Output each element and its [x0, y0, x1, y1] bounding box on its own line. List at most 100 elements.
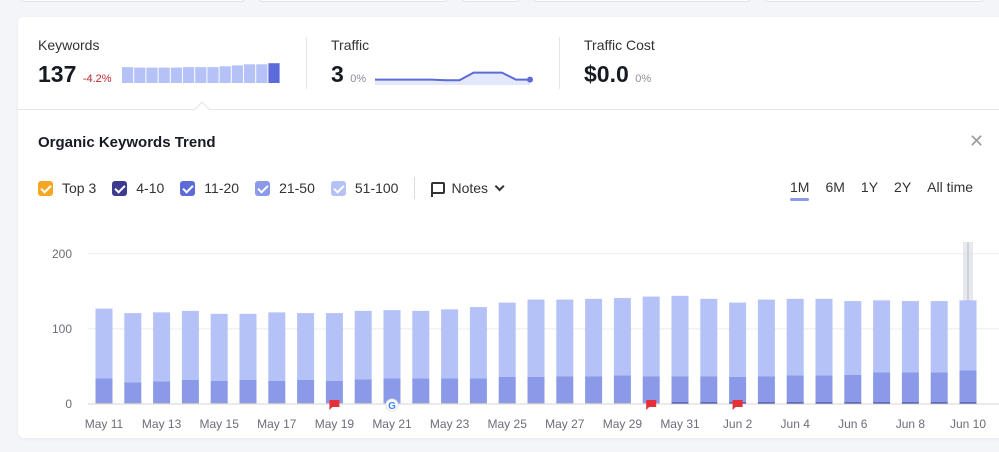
bar-segment-51-100	[901, 301, 919, 373]
bar-segment-21-50	[441, 378, 459, 404]
bar-segment-51-100	[153, 312, 171, 382]
legend-label: 51-100	[354, 180, 399, 196]
bar-segment-51-100	[642, 296, 660, 377]
spark-bar	[134, 67, 146, 83]
y-tick-label: 200	[52, 247, 72, 261]
x-tick-label: May 27	[545, 417, 585, 431]
bar-segment-51-100	[786, 298, 804, 376]
bar-segment-51-100	[124, 313, 142, 383]
bar-segment-21-50	[297, 379, 315, 404]
range-tab-all-time[interactable]: All time	[927, 179, 973, 195]
bar-segment-51-100	[181, 310, 199, 380]
bar-segment-21-50	[671, 376, 689, 403]
x-tick-label: May 25	[488, 417, 528, 431]
bar-segment-51-100	[383, 310, 401, 379]
bar-segment-51-100	[873, 300, 891, 373]
checkbox-icon[interactable]	[180, 180, 196, 196]
bar-segment-51-100	[469, 307, 487, 379]
top-strip	[0, 0, 999, 16]
bar-segment-51-100	[239, 313, 257, 380]
range-tab-1y[interactable]: 1Y	[861, 179, 878, 195]
checkbox-icon[interactable]	[112, 180, 128, 196]
metric-change: -4.2%	[82, 73, 112, 85]
x-tick-label: Jun 6	[838, 417, 868, 431]
legend-label: 21-50	[279, 180, 315, 196]
checkbox-icon[interactable]	[255, 180, 271, 196]
legend: Top 3 4-10 11-20 21-50 51-100 Notes	[38, 177, 505, 199]
range-tab-6m[interactable]: 6M	[825, 179, 844, 195]
bar-segment-51-100	[930, 301, 948, 373]
bar-segment-51-100	[325, 313, 343, 381]
bar-segment-21-50	[181, 379, 199, 404]
top-pill[interactable]	[20, 0, 245, 2]
legend-label: 4-10	[136, 180, 165, 196]
metric-label: Traffic Cost	[584, 37, 655, 53]
spark-bar	[158, 67, 170, 83]
bar-segment-51-100	[268, 312, 286, 381]
bar-segment-51-100	[959, 300, 977, 371]
legend-item-51-100[interactable]: 51-100	[330, 180, 399, 196]
bar-segment-51-100	[585, 298, 603, 377]
x-tick-label: May 11	[85, 417, 124, 431]
bar-segment-21-50	[527, 376, 545, 404]
bar-segment-21-50	[354, 379, 372, 404]
top-pill[interactable]	[258, 0, 448, 2]
notes-dropdown[interactable]: Notes	[431, 180, 505, 197]
metric-value: 3	[331, 61, 344, 87]
metric-change: 0%	[635, 73, 652, 85]
keywords-trend-chart[interactable]: 0 100 200 G May 11 May 13 May 15 May 17 May 19 Ma…	[18, 222, 999, 432]
x-tick-label: May 31	[660, 417, 700, 431]
top-pill[interactable]	[764, 0, 984, 2]
checkbox-icon[interactable]	[38, 180, 53, 196]
x-tick-label: May 17	[257, 417, 297, 431]
bar-segment-51-100	[441, 309, 459, 379]
metric-traffic[interactable]: Traffic 3 0%	[331, 37, 533, 87]
notes-label: Notes	[451, 180, 489, 196]
bar-segment-21-50	[498, 376, 516, 404]
range-tab-2y[interactable]: 2Y	[894, 179, 911, 195]
metric-value: 137	[38, 61, 77, 87]
close-icon[interactable]: ✕	[969, 131, 984, 152]
spark-bar	[183, 67, 195, 83]
google-icon: G	[388, 401, 396, 412]
spark-bar	[207, 67, 219, 83]
note-icon	[431, 182, 446, 197]
spark-bar	[231, 65, 243, 83]
bar-segment-51-100	[95, 308, 113, 379]
bar-segment-51-100	[556, 299, 574, 377]
metric-traffic-cost[interactable]: Traffic Cost $0.0 0%	[584, 37, 655, 87]
bar-segment-21-50	[153, 381, 171, 404]
bar-segment-51-100	[297, 313, 315, 380]
legend-label: Top 3	[62, 180, 97, 196]
divider	[306, 37, 307, 89]
top-pill[interactable]	[462, 0, 520, 2]
bar-segment-21-50	[268, 380, 286, 404]
bar-segment-51-100	[498, 302, 516, 377]
legend-item-top-3[interactable]: Top 3	[38, 180, 96, 196]
checkbox-icon[interactable]	[330, 180, 346, 196]
x-tick-label: Jun 4	[781, 417, 811, 431]
legend-item-11-20[interactable]: 11-20	[180, 180, 239, 196]
keywords-sparkline	[122, 63, 280, 83]
bar-segment-21-50	[959, 370, 977, 403]
x-tick-label: May 29	[603, 417, 643, 431]
bar-segment-21-50	[585, 376, 603, 404]
spark-bar	[268, 63, 280, 83]
bar-segment-51-100	[815, 298, 833, 376]
legend-divider	[414, 177, 416, 199]
range-tab-1m[interactable]: 1M	[790, 179, 810, 201]
legend-item-4-10[interactable]: 4-10	[112, 180, 164, 196]
panel-title: Organic Keywords Trend	[38, 134, 216, 151]
metric-value: $0.0	[584, 61, 629, 87]
bar-segment-21-50	[325, 380, 343, 404]
spark-bar	[170, 67, 182, 83]
top-pill[interactable]	[533, 0, 751, 2]
bar-segment-51-100	[354, 310, 372, 380]
metric-keywords[interactable]: Keywords 137 -4.2%	[38, 37, 280, 87]
legend-item-21-50[interactable]: 21-50	[255, 180, 315, 196]
bar-segment-21-50	[210, 380, 228, 404]
bar-segment-51-100	[527, 299, 545, 377]
bar-segment-21-50	[930, 372, 948, 403]
x-tick-label: May 13	[142, 417, 182, 431]
y-tick-label: 0	[65, 397, 72, 411]
